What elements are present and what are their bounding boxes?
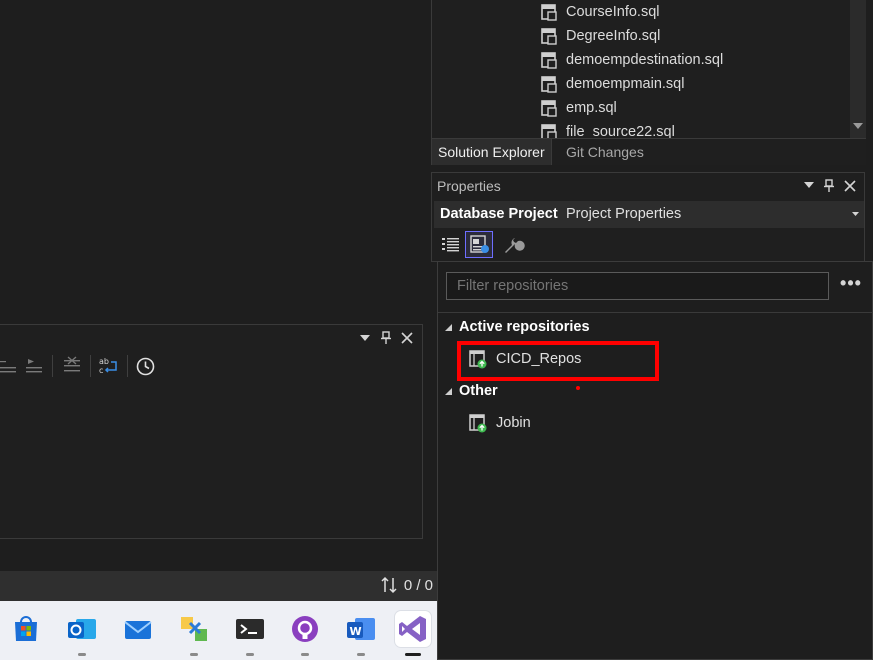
- toolbar-separator: [52, 355, 53, 377]
- svg-text:c: c: [99, 366, 103, 375]
- scroll-down-arrow-icon[interactable]: [853, 122, 863, 130]
- tab-solution-explorer[interactable]: Solution Explorer: [432, 139, 552, 165]
- sql-file-icon: [541, 124, 557, 138]
- chevron-down-icon[interactable]: [852, 212, 859, 217]
- repositories-popup: ••• Active repositories CICD_Repos Other…: [437, 261, 873, 660]
- tab-git-changes[interactable]: Git Changes: [560, 139, 650, 165]
- properties-title: Properties: [437, 178, 501, 194]
- svg-text:ab: ab: [99, 357, 109, 366]
- status-bar: 0 / 0: [0, 571, 437, 601]
- file-name: demoempdestination.sql: [566, 52, 724, 68]
- selected-object-name: Database Project: [440, 206, 558, 222]
- file-name: CourseInfo.sql: [566, 4, 660, 20]
- properties-toolbar: [434, 231, 864, 259]
- dropdown-arrow-icon[interactable]: [804, 181, 814, 189]
- sql-file-icon: [541, 28, 557, 45]
- group-header: Active repositories: [459, 319, 590, 335]
- sql-file-icon: [541, 76, 557, 93]
- outlook-icon[interactable]: [64, 611, 100, 656]
- file-item[interactable]: DegreeInfo.sql: [540, 24, 660, 48]
- indent-icon[interactable]: [24, 357, 42, 375]
- output-toolbar: ab c: [0, 351, 423, 381]
- changes-counter[interactable]: 0 / 0: [380, 576, 433, 594]
- more-options-button[interactable]: •••: [838, 274, 864, 296]
- terminal-icon[interactable]: [232, 611, 268, 656]
- solution-file-list: CourseInfo.sql DegreeInfo.sql demoempdes…: [432, 0, 866, 138]
- toolbar-separator: [90, 355, 91, 377]
- file-name: demoempmain.sql: [566, 76, 685, 92]
- dropdown-arrow-icon[interactable]: [360, 334, 370, 342]
- sql-file-icon: [541, 52, 557, 69]
- output-tool-window: ab c: [0, 324, 423, 539]
- pin-icon[interactable]: [380, 331, 392, 345]
- microsoft-store-icon[interactable]: [8, 611, 44, 647]
- divider: [438, 312, 873, 313]
- power-automate-icon[interactable]: [176, 611, 212, 656]
- expand-triangle-icon: [445, 323, 452, 331]
- sql-file-icon: [541, 4, 557, 21]
- clock-icon[interactable]: [136, 357, 155, 376]
- close-icon[interactable]: [401, 332, 413, 344]
- categorized-icon[interactable]: [441, 235, 461, 255]
- pin-icon[interactable]: [823, 179, 835, 193]
- expand-triangle-icon: [445, 387, 452, 395]
- svg-text:W: W: [350, 625, 362, 638]
- group-header: Other: [459, 383, 498, 399]
- filter-repositories-input[interactable]: [446, 272, 829, 300]
- repository-item[interactable]: Jobin: [468, 413, 531, 433]
- selected-object-type: Project Properties: [566, 206, 682, 222]
- repository-name: Jobin: [496, 415, 531, 431]
- solution-explorer-panel: CourseInfo.sql DegreeInfo.sql demoempdes…: [431, 0, 866, 165]
- outdent-icon[interactable]: [0, 357, 16, 375]
- github-desktop-icon[interactable]: [287, 611, 323, 656]
- close-icon[interactable]: [844, 180, 856, 192]
- property-pages-icon: [470, 235, 489, 253]
- file-item[interactable]: CourseInfo.sql: [540, 0, 660, 24]
- sql-file-icon: [541, 100, 557, 117]
- toolbar-separator: [127, 355, 128, 377]
- up-down-arrows-icon: [381, 576, 397, 594]
- annotation-dot: [576, 386, 580, 390]
- solution-tab-strip: Solution Explorer Git Changes: [432, 138, 866, 165]
- properties-panel: Properties Database Project Project Prop…: [431, 172, 865, 262]
- file-item[interactable]: demoempdestination.sql: [540, 48, 723, 72]
- taskbar: W: [0, 601, 437, 660]
- counter-text: 0 / 0: [403, 576, 433, 594]
- highlight-box: [457, 341, 659, 381]
- file-item[interactable]: file_source22.sql: [540, 120, 675, 138]
- repository-icon: [469, 414, 487, 433]
- property-pages-button[interactable]: [465, 231, 493, 258]
- file-item[interactable]: emp.sql: [540, 96, 617, 120]
- file-item[interactable]: demoempmain.sql: [540, 72, 684, 96]
- word-wrap-icon[interactable]: abc: [98, 356, 120, 376]
- other-repositories-group[interactable]: Other: [444, 383, 498, 399]
- mail-icon[interactable]: [120, 611, 156, 647]
- clear-all-icon[interactable]: [62, 356, 82, 376]
- visual-studio-icon[interactable]: [395, 611, 431, 656]
- file-name: emp.sql: [566, 100, 617, 116]
- object-selector[interactable]: Database Project Project Properties: [434, 201, 864, 228]
- active-repositories-group[interactable]: Active repositories: [444, 319, 590, 335]
- wrench-icon[interactable]: [503, 234, 525, 256]
- file-name: file_source22.sql: [566, 124, 675, 138]
- solution-scrollbar[interactable]: [850, 0, 866, 138]
- file-name: DegreeInfo.sql: [566, 28, 661, 44]
- word-icon[interactable]: W: [343, 611, 379, 656]
